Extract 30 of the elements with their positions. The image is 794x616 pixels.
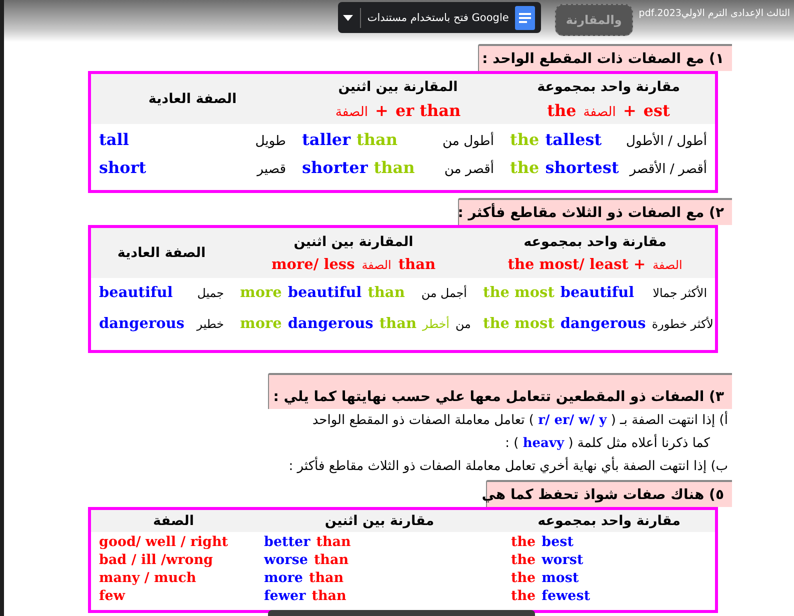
column-title: المقارنة بين اثنين — [338, 78, 458, 94]
table-cell-text: the most — [510, 570, 580, 588]
column-title: مقارنة واحد بمجموعه — [538, 513, 680, 529]
table-cell-text: the worst — [510, 552, 584, 570]
file-title: الثالث الإعدادى الترم الاولي2023.pdf — [638, 7, 790, 19]
table-cell-text: few — [98, 588, 126, 606]
table-cell-text: the fewest — [510, 588, 592, 606]
column-title: مقارنة واحد بمجموعة — [537, 78, 680, 94]
note-line: ب) إذا انتهت الصفة بأي نهاية أخري تعامل معاملة الصفات ذو الثلاث مقاطع فأكثر : — [92, 455, 732, 478]
table-cell-text: many / much — [98, 570, 198, 588]
document-icon — [514, 6, 535, 30]
table-cell-text: worse than — [262, 552, 350, 570]
caret-icon — [342, 14, 354, 22]
column-title: الصفة العادية — [117, 245, 206, 261]
section-heading: ٢) مع الصفات ذو الثلاث مقاطع فأكثر : — [458, 198, 732, 225]
column-title: مقارنة بين اثنين — [324, 513, 434, 529]
table-cell-text: good/ well / right — [98, 534, 230, 552]
column-title: مقارنة واحد بمجموعه — [524, 234, 666, 250]
table-cell-text: better than — [263, 534, 352, 552]
table-cell-text: bad / ill /wrong — [98, 552, 214, 570]
section-heading: ٣) الصفات ذو المقطعين تتعامل معها علي حسب نهايتها كما يلي : — [268, 373, 732, 409]
table-cell-text: the best — [510, 534, 575, 552]
open-with-docs-button[interactable]: فتح باستخدام مستندات Google — [338, 2, 541, 33]
table-cell-text: fewer than — [263, 588, 348, 606]
section-heading: ١) مع الصفات ذات المقطع الواحد : — [478, 44, 732, 71]
table-cell-text: more than — [263, 570, 345, 588]
tooltip: والمقارنة — [554, 4, 633, 36]
column-title: المقارنة بين اثنين — [294, 234, 414, 250]
column-title: الصفة العادية — [148, 91, 237, 107]
column-title: الصفة — [153, 513, 194, 529]
